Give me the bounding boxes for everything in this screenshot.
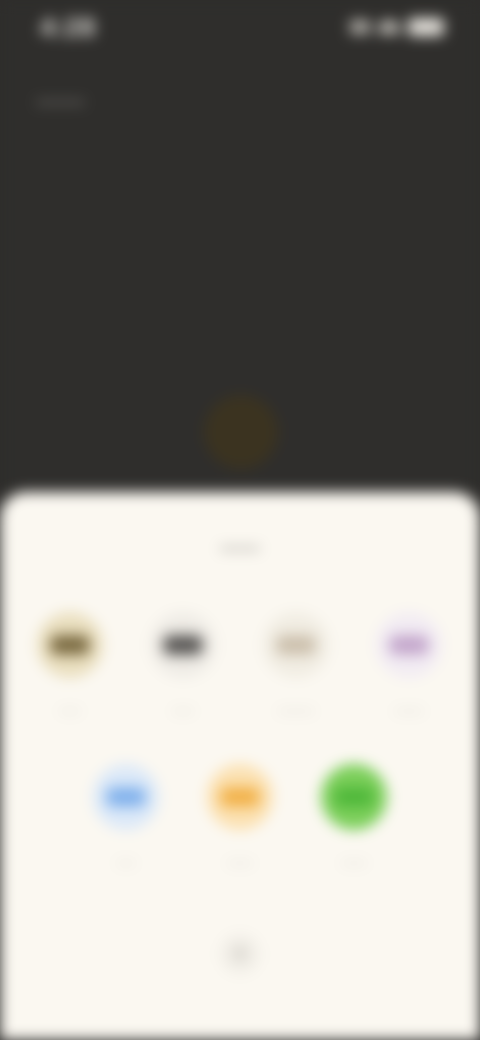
chat-icon xyxy=(321,764,387,830)
option-label: ....... xyxy=(341,852,367,867)
option-7[interactable]: ....... xyxy=(299,764,409,868)
document-icon xyxy=(263,612,329,678)
option-4[interactable]: ........ xyxy=(354,612,464,716)
option-label: ...... xyxy=(59,700,81,715)
cloud-icon xyxy=(93,764,159,830)
option-1[interactable]: ...... xyxy=(15,612,125,716)
option-5[interactable]: ..... xyxy=(71,764,181,868)
keyboard-icon xyxy=(150,612,216,678)
option-3[interactable]: .......... xyxy=(241,612,351,716)
close-icon: × xyxy=(233,941,247,966)
option-2[interactable]: ...... xyxy=(128,612,238,716)
status-time: 4:28 xyxy=(40,12,97,42)
status-icons xyxy=(350,18,444,36)
close-button[interactable]: × xyxy=(220,934,260,974)
option-label: ........ xyxy=(394,700,424,715)
status-bar: 4:28 xyxy=(0,0,480,60)
battery-icon xyxy=(408,18,444,36)
option-label: ...... xyxy=(172,700,194,715)
wifi-icon xyxy=(378,20,400,34)
option-6[interactable]: ....... xyxy=(185,764,295,868)
background-avatar xyxy=(204,395,278,469)
signal-icon xyxy=(350,20,370,34)
option-label: .......... xyxy=(277,700,315,715)
option-label: ..... xyxy=(116,852,136,867)
tag-icon xyxy=(376,612,442,678)
sticker-icon xyxy=(37,612,103,678)
sheet-title: ........ xyxy=(219,534,260,554)
page-title: ........ xyxy=(36,84,85,109)
star-icon xyxy=(207,764,273,830)
option-label: ....... xyxy=(227,852,253,867)
